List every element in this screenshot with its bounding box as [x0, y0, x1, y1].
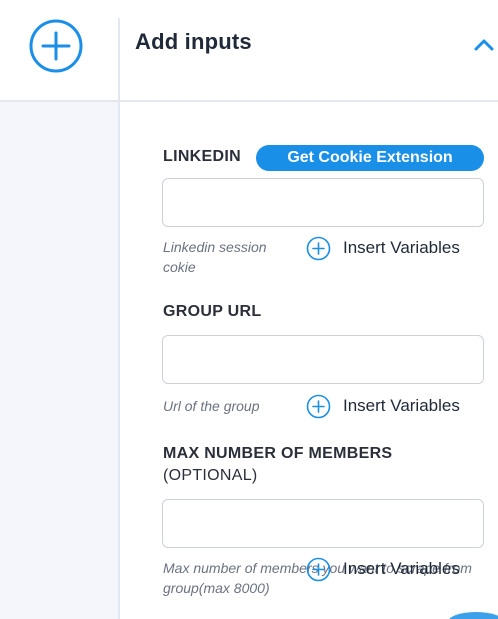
max-members-label: MAX NUMBER OF MEMBERS (OPTIONAL) — [163, 443, 392, 487]
group-url-label: GROUP URL — [163, 303, 262, 320]
insert-variables-label: Insert Variables — [343, 238, 460, 257]
section-title: Add inputs — [135, 29, 252, 54]
rail-divider — [118, 18, 120, 619]
add-step-button[interactable] — [29, 19, 83, 73]
group-url-hint: Url of the group — [163, 398, 260, 414]
max-members-insert-variables-button[interactable]: Insert Variables — [306, 557, 460, 581]
linkedin-insert-variables-button[interactable]: Insert Variables — [306, 236, 460, 260]
linkedin-label: LINKEDIN — [163, 148, 241, 165]
plus-circle-icon — [306, 394, 331, 418]
plus-circle-icon — [29, 19, 83, 73]
linkedin-cookie-input[interactable] — [162, 178, 484, 227]
linkedin-hint: Linkedin session cokie — [163, 239, 267, 275]
plus-circle-icon — [306, 236, 331, 260]
insert-variables-label: Insert Variables — [343, 396, 460, 415]
chevron-up-icon — [474, 39, 494, 51]
floating-action-button[interactable] — [448, 612, 498, 619]
group-url-input[interactable] — [162, 335, 484, 384]
group-url-insert-variables-button[interactable]: Insert Variables — [306, 394, 460, 418]
optional-tag: (OPTIONAL) — [163, 467, 258, 484]
max-members-label-text: MAX NUMBER OF MEMBERS — [163, 445, 393, 462]
get-cookie-extension-button[interactable]: Get Cookie Extension — [256, 145, 484, 171]
plus-circle-icon — [306, 557, 331, 581]
header-divider — [0, 100, 498, 102]
insert-variables-label: Insert Variables — [343, 559, 460, 578]
max-members-input[interactable] — [162, 499, 484, 548]
collapse-button[interactable] — [472, 36, 496, 54]
